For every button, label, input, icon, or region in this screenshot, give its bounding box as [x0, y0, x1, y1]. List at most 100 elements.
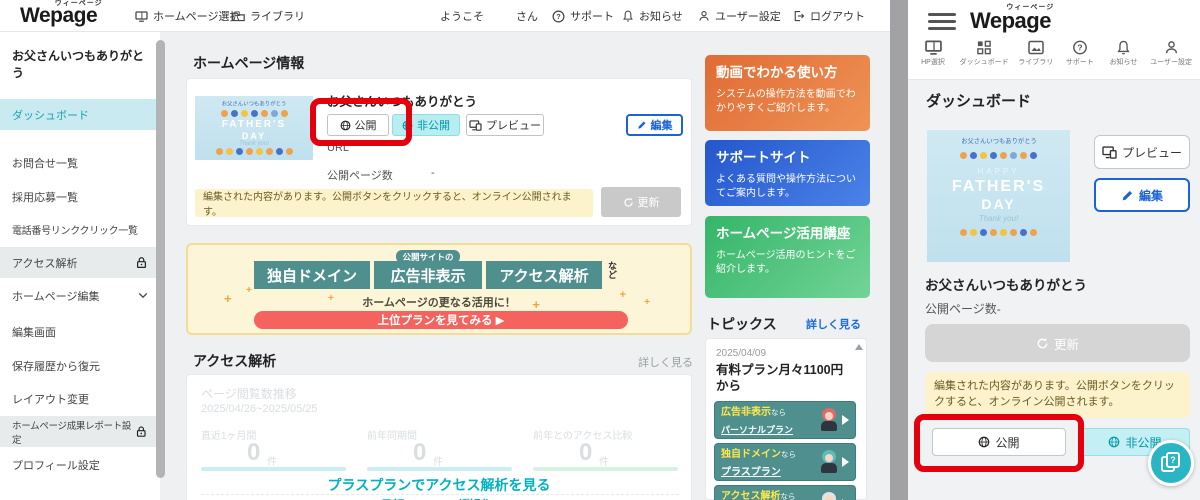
- publish-button[interactable]: 公開: [327, 114, 389, 136]
- update-button[interactable]: 更新: [925, 324, 1190, 362]
- video-guide-card[interactable]: 動画でわかる使い方 システムの操作方法を動画でわかりやすくご紹介します。: [705, 55, 870, 131]
- arrow-right-icon: [842, 457, 849, 467]
- question-circle-icon: ?: [552, 10, 565, 22]
- stat-unit: 件: [267, 457, 277, 468]
- help-widget-button[interactable]: ?: [1148, 440, 1194, 486]
- character-illustration: [819, 450, 839, 474]
- nav-user-settings[interactable]: ユーザー設定: [1150, 40, 1192, 67]
- desktop-sidebar: お父さんいつもありがとう ダッシュボード お問合せ一覧 採用応募一覧 電話番号リ…: [0, 32, 160, 500]
- nav-news[interactable]: お知らせ: [622, 0, 683, 32]
- sidebar-item-profile-settings[interactable]: プロフィール設定: [0, 449, 160, 480]
- promo-chip-ads: 広告非表示: [374, 261, 482, 289]
- help-doc-icon: ?: [1161, 452, 1181, 474]
- site-title: お父さんいつもありがとう: [327, 95, 478, 109]
- topic-banner-personal-plan[interactable]: 広告非表示なら パーソナルプラン: [714, 401, 856, 439]
- pages-count-label: 公開ページ数: [327, 170, 393, 182]
- sidebar-item-layout-change[interactable]: レイアウト変更: [0, 383, 160, 414]
- welcome-text: ようこそ: [440, 11, 484, 23]
- mobile-view: ウィーページ Wepage HP選択 ダッシュボード ライブラリ ? サポート …: [908, 0, 1200, 500]
- publish-button[interactable]: 公開: [932, 428, 1066, 456]
- monitor-icon: [924, 40, 942, 55]
- pencil-icon: [637, 121, 645, 129]
- see-upper-plans-button[interactable]: 上位プランを見てみる ▶: [254, 311, 628, 329]
- sparkle: +: [532, 297, 540, 312]
- sparkle: +: [224, 291, 232, 306]
- flower-dots: [960, 229, 1037, 237]
- sidebar-item-phone-clicks[interactable]: 電話番号リンククリック一覧: [0, 214, 160, 245]
- topics-more-link[interactable]: 詳しく見る: [806, 316, 861, 332]
- logo-ruby: ウィーページ: [54, 0, 103, 7]
- preview-button[interactable]: プレビュー: [1094, 135, 1190, 169]
- update-button[interactable]: 更新: [601, 187, 681, 217]
- preview-button[interactable]: プレビュー: [466, 114, 544, 136]
- nav-homepage-select[interactable]: ホームページ選択: [135, 0, 240, 32]
- site-info-card: お父さんいつもありがとう FATHER'S DAY Thank you! お父さ…: [186, 78, 692, 226]
- preview-monitor-icon: [1102, 145, 1117, 159]
- hamburger-icon[interactable]: [928, 13, 956, 34]
- wepage-logo[interactable]: ウィーページ Wepage: [20, 0, 102, 28]
- desktop-view: ウィーページ Wepage ホームページ選択 ライブラリ ようこそ さん ? サ…: [0, 0, 890, 500]
- promo-chip-domain: 独自ドメイン: [254, 261, 370, 289]
- sidebar-item-analytics[interactable]: アクセス解析: [0, 247, 160, 278]
- sidebar-scrollbar[interactable]: [156, 40, 165, 478]
- svg-text:?: ?: [1077, 42, 1082, 52]
- character-illustration: [819, 408, 839, 432]
- homepage-info-title: ホームページ情報: [193, 55, 305, 71]
- homepage-course-card[interactable]: ホームページ活用講座 ホームページ活用のヒントをご紹介します。: [705, 216, 870, 298]
- sidebar-item-applications[interactable]: 採用応募一覧: [0, 181, 160, 212]
- globe-icon: [402, 120, 413, 130]
- sparkle: +: [246, 285, 252, 296]
- lock-icon: [136, 257, 147, 268]
- edit-button[interactable]: 編集: [1094, 178, 1190, 212]
- flower-dots: [215, 147, 293, 155]
- mobile-header: ウィーページ Wepage HP選択 ダッシュボード ライブラリ ? サポート …: [908, 0, 1200, 80]
- refresh-icon: [1037, 337, 1048, 348]
- nav-library[interactable]: ライブラリ: [232, 0, 305, 32]
- desktop-header: ウィーページ Wepage ホームページ選択 ライブラリ ようこそ さん ? サ…: [0, 0, 890, 32]
- sidebar-item-edit-screen[interactable]: 編集画面: [0, 316, 160, 347]
- site-thumbnail: お父さんいつもありがとう HAPPY FATHER'S DAY Thank yo…: [927, 130, 1070, 262]
- sidebar-site-title: お父さんいつもありがとう: [12, 49, 145, 80]
- topic-date: 2025/04/09: [716, 348, 767, 359]
- topics-card: 2025/04/09 有料プラン月々1100円から 広告非表示なら パーソナルプ…: [705, 338, 867, 500]
- sidebar-item-homepage-edit[interactable]: ホームページ編集: [0, 280, 160, 311]
- topic-banner-plus-plan-analytics[interactable]: アクセス解析なら プラスプラン: [714, 485, 856, 500]
- bell-icon: [623, 10, 633, 22]
- wepage-logo[interactable]: ウィーページ Wepage: [970, 4, 1053, 34]
- scroll-up-icon[interactable]: [855, 344, 863, 350]
- lock-icon: [137, 426, 147, 437]
- sidebar-item-inquiries[interactable]: お問合せ一覧: [0, 147, 160, 178]
- sidebar-item-restore-history[interactable]: 保存履歴から復元: [0, 350, 160, 381]
- nav-news[interactable]: お知らせ: [1107, 40, 1141, 67]
- nav-hp-select[interactable]: HP選択: [916, 40, 950, 67]
- nav-dashboard[interactable]: ダッシュボード: [960, 40, 1009, 67]
- person-icon: [1165, 41, 1177, 54]
- logout-icon: [794, 10, 805, 22]
- stat-value: 0: [413, 439, 427, 466]
- globe-icon: [1109, 436, 1120, 448]
- nav-support[interactable]: ? サポート: [1063, 40, 1097, 67]
- sparkle: +: [619, 289, 626, 301]
- unpublish-button[interactable]: 非公開: [392, 114, 460, 136]
- nav-support[interactable]: ? サポート: [552, 0, 614, 32]
- nav-library[interactable]: ライブラリ: [1018, 40, 1053, 67]
- edit-button[interactable]: 編集: [626, 114, 683, 136]
- analytics-more-link[interactable]: 詳しく見る: [638, 354, 693, 370]
- nav-logout[interactable]: ログアウト: [793, 0, 865, 32]
- topics-title: トピックス: [707, 316, 777, 332]
- plus-plan-upsell[interactable]: プラスプランでアクセス解析を見る: [187, 475, 691, 495]
- stat-unit: 件: [433, 457, 443, 468]
- arrow-right-icon: [842, 415, 849, 425]
- stat-value: 0: [247, 439, 261, 466]
- sparkle: +: [644, 297, 650, 308]
- sidebar-item-report-settings[interactable]: ホームページ成果レポート設定: [0, 416, 160, 447]
- screenshot-root: ウィーページ Wepage ホームページ選択 ライブラリ ようこそ さん ? サ…: [0, 0, 1200, 500]
- person-icon: [699, 10, 709, 21]
- chart-title: ページ閲覧数推移: [201, 387, 297, 401]
- topic-banner-plus-plan-domain[interactable]: 独自ドメインなら プラスプラン: [714, 443, 856, 481]
- upgrade-promo-banner[interactable]: 公開サイトの 独自ドメイン 広告非表示 アクセス解析 など ホームページの更なる…: [186, 243, 692, 335]
- nav-user-settings[interactable]: ユーザー設定: [698, 0, 781, 32]
- sidebar-item-dashboard[interactable]: ダッシュボード: [0, 99, 160, 130]
- preview-monitor-icon: [469, 119, 482, 131]
- support-site-card[interactable]: サポートサイト よくある質問や操作方法についてご案内します。: [705, 140, 870, 206]
